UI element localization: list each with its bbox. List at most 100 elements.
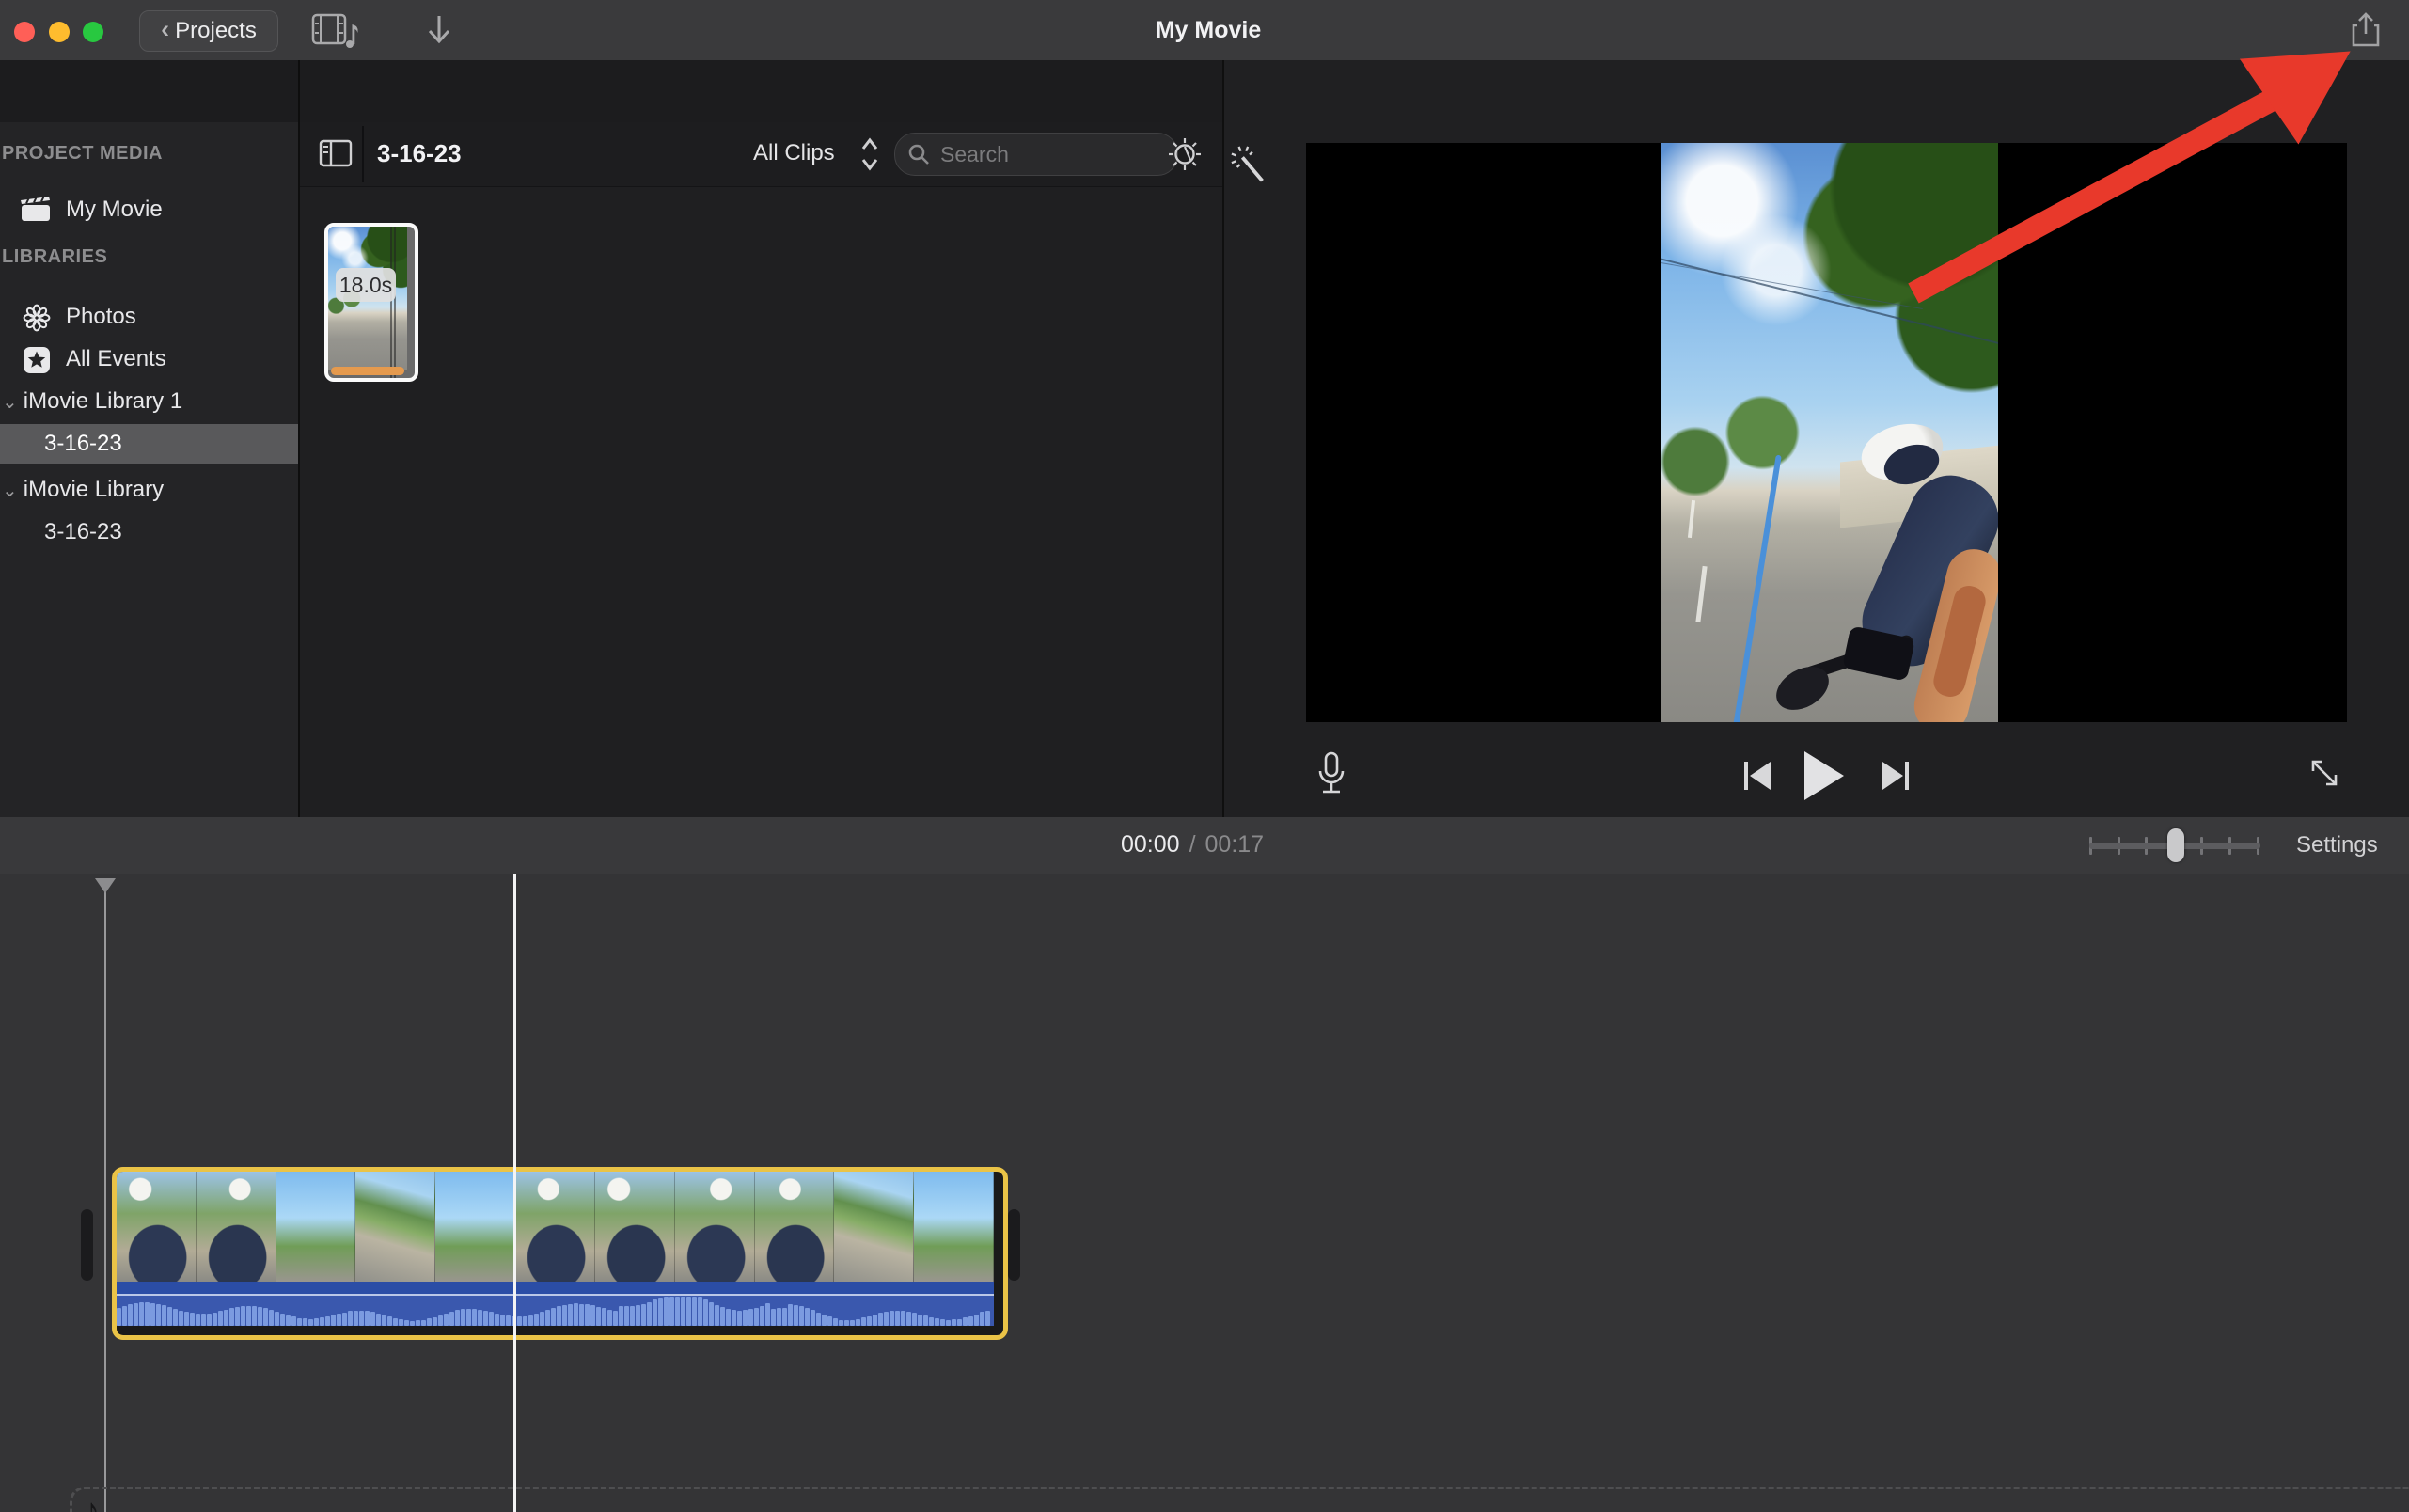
waveform-bar xyxy=(258,1307,262,1326)
waveform-bar xyxy=(387,1316,392,1326)
waveform-bar xyxy=(686,1297,691,1326)
sidebar-item-my-movie[interactable]: My Movie xyxy=(0,190,298,229)
waveform-bar xyxy=(968,1316,973,1326)
playhead-marker[interactable] xyxy=(95,878,116,893)
waveform-bar xyxy=(579,1304,584,1327)
play-icon[interactable] xyxy=(1801,749,1846,802)
waveform-bar xyxy=(777,1308,781,1326)
media-import-icon[interactable] xyxy=(311,13,360,49)
previous-frame-icon[interactable] xyxy=(1740,760,1774,792)
waveform-bar xyxy=(901,1311,905,1326)
waveform-bar xyxy=(421,1320,426,1326)
waveform-bar xyxy=(399,1319,403,1326)
enhance-magic-wand-icon[interactable] xyxy=(1230,141,1271,190)
waveform-bar xyxy=(653,1299,657,1326)
waveform-bar xyxy=(139,1302,144,1326)
timecode-display: 00:00 / 00:17 xyxy=(1121,817,1264,873)
waveform-bar xyxy=(461,1309,465,1326)
zoom-window-button[interactable] xyxy=(83,22,103,42)
waveform-bar xyxy=(760,1306,764,1326)
sidebar-item-imovie-library[interactable]: ⌄ iMovie Library xyxy=(0,470,298,510)
waveform-bar xyxy=(410,1321,415,1326)
waveform-bar xyxy=(805,1308,810,1326)
photos-app-icon xyxy=(23,304,51,332)
filmstrip-frame xyxy=(595,1172,675,1282)
star-badge-icon xyxy=(23,346,51,374)
total-duration: 00:17 xyxy=(1205,831,1265,858)
clapperboard-icon xyxy=(21,197,51,223)
share-icon[interactable] xyxy=(2350,11,2382,49)
sidebar-item-all-events[interactable]: All Events xyxy=(0,339,298,379)
waveform-bar xyxy=(647,1302,652,1326)
sidebar-item-label: Photos xyxy=(66,304,136,330)
waveform-bar xyxy=(624,1306,629,1326)
clip-filter-dropdown[interactable]: All Clips xyxy=(753,140,835,166)
skimmer-playhead[interactable] xyxy=(513,874,516,1512)
disclosure-chevron-icon[interactable]: ⌄ xyxy=(2,390,18,414)
zoom-slider-thumb[interactable] xyxy=(2167,828,2184,862)
waveform-bar xyxy=(557,1306,561,1326)
back-to-projects-button[interactable]: ‹ Projects xyxy=(139,10,278,52)
waveform-bar xyxy=(935,1318,939,1326)
search-field[interactable] xyxy=(894,133,1178,176)
sidebar-item-event-3-16-23-selected[interactable]: 3-16-23 xyxy=(0,424,298,464)
minimize-window-button[interactable] xyxy=(49,22,70,42)
disclosure-chevron-icon[interactable]: ⌄ xyxy=(2,479,18,502)
waveform-bar xyxy=(280,1314,285,1326)
waveform-bar xyxy=(331,1315,336,1326)
waveform-bar xyxy=(528,1315,533,1326)
waveform-bar xyxy=(433,1317,437,1326)
waveform-bar xyxy=(585,1304,590,1326)
waveform-bar xyxy=(342,1313,347,1327)
stepper-chevrons-icon[interactable] xyxy=(858,134,881,174)
sidebar-item-photos[interactable]: Photos xyxy=(0,297,298,337)
waveform-bar xyxy=(483,1311,488,1326)
waveform-bar xyxy=(196,1314,200,1326)
playhead-line[interactable] xyxy=(104,880,106,1512)
waveform-bar xyxy=(794,1305,798,1326)
waveform-bar xyxy=(957,1319,962,1326)
waveform-bar xyxy=(478,1310,482,1326)
waveform-bar xyxy=(636,1305,640,1326)
clip-duration-badge: 18.0s xyxy=(336,268,396,302)
media-clip-thumbnail[interactable]: 18.0s xyxy=(324,223,418,382)
waveform-bar xyxy=(698,1297,702,1326)
waveform-bar xyxy=(235,1307,240,1326)
waveform-bar xyxy=(269,1310,274,1326)
timeline-clip-selected[interactable] xyxy=(112,1167,1008,1340)
trim-handle-left[interactable] xyxy=(81,1209,93,1281)
timeline-zoom-slider[interactable] xyxy=(2089,828,2260,862)
sidebar-toggle-icon[interactable] xyxy=(319,139,353,167)
sidebar-item-imovie-library-1[interactable]: ⌄ iMovie Library 1 xyxy=(0,382,298,421)
video-frame xyxy=(1661,143,1998,722)
timeline-settings-button[interactable]: Settings xyxy=(2296,817,2378,873)
waveform-bar xyxy=(867,1316,872,1326)
waveform-band xyxy=(117,1282,994,1294)
waveform-bar xyxy=(692,1297,697,1326)
next-frame-icon[interactable] xyxy=(1879,760,1913,792)
fullscreen-icon[interactable] xyxy=(2304,752,2345,794)
waveform-bar xyxy=(946,1320,951,1326)
waveform-bar xyxy=(190,1313,195,1326)
download-arrow-icon[interactable] xyxy=(423,13,455,49)
close-window-button[interactable] xyxy=(14,22,35,42)
waveform-bar xyxy=(122,1306,127,1326)
sidebar-item-event-3-16-23[interactable]: 3-16-23 xyxy=(0,512,298,552)
trim-handle-right[interactable] xyxy=(1008,1209,1020,1281)
sidebar-item-label: My Movie xyxy=(66,197,163,223)
waveform-bar xyxy=(754,1308,759,1326)
video-preview-stage xyxy=(1306,143,2347,722)
search-input[interactable] xyxy=(938,141,1130,168)
waveform-bar xyxy=(162,1305,166,1326)
waveform-bar xyxy=(224,1310,228,1326)
title-bar: ‹ Projects My Movie xyxy=(0,0,2409,61)
clip-settings-sun-icon[interactable] xyxy=(1166,135,1204,173)
filmstrip-frame xyxy=(435,1172,515,1282)
waveform-bar xyxy=(156,1304,161,1326)
timeline-pane: ♪ xyxy=(0,874,2409,1512)
audio-drop-zone[interactable] xyxy=(70,1487,2409,1512)
timeline-toolbar: 00:00 / 00:17 Settings xyxy=(0,817,2409,874)
waveform-bar xyxy=(737,1311,742,1326)
voiceover-mic-icon[interactable] xyxy=(1315,750,1347,797)
media-tab-strip: My Media Audio & Video Titles Background… xyxy=(0,60,1222,122)
